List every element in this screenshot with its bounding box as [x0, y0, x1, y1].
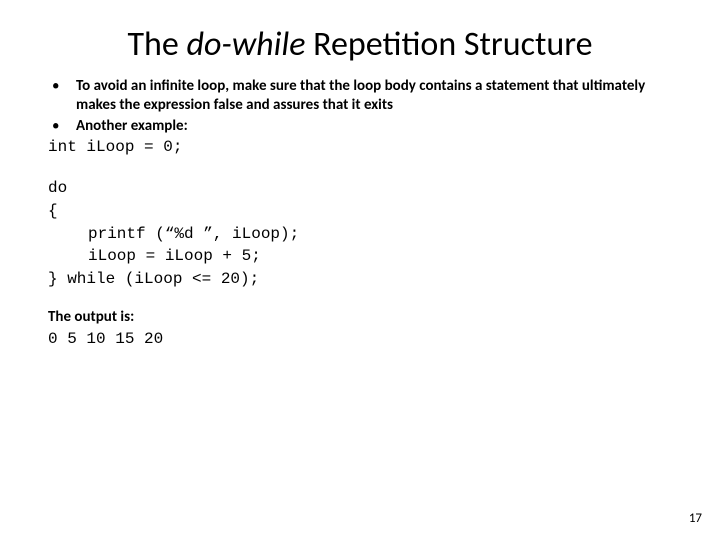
spacer: [48, 158, 672, 176]
spacer: [48, 290, 672, 308]
bullet-dot-icon: •: [48, 77, 76, 115]
bullet-text: Another example:: [76, 117, 672, 136]
title-italic: do-while: [186, 24, 305, 65]
title-pre: The: [127, 24, 186, 65]
code-line: {: [48, 201, 672, 222]
title-post: Repetition Structure: [305, 24, 592, 65]
bullet-item: • Another example:: [48, 117, 672, 136]
slide: The do-while Repetition Structure • To a…: [0, 0, 720, 540]
bullet-item: • To avoid an infinite loop, make sure t…: [48, 77, 672, 115]
bullet-dot-icon: •: [48, 117, 76, 136]
code-line: } while (iLoop <= 20);: [48, 269, 672, 290]
slide-content: • To avoid an infinite loop, make sure t…: [0, 77, 720, 349]
code-line: iLoop = iLoop + 5;: [48, 246, 672, 267]
bullet-text: To avoid an infinite loop, make sure tha…: [76, 77, 672, 115]
output-line: 0 5 10 15 20: [48, 329, 672, 349]
page-number: 17: [689, 511, 702, 526]
slide-title: The do-while Repetition Structure: [0, 0, 720, 77]
output-label: The output is:: [48, 308, 672, 327]
code-line: do: [48, 178, 672, 199]
code-declaration: int iLoop = 0;: [48, 137, 672, 158]
code-line: printf (“%d ”, iLoop);: [48, 224, 672, 245]
